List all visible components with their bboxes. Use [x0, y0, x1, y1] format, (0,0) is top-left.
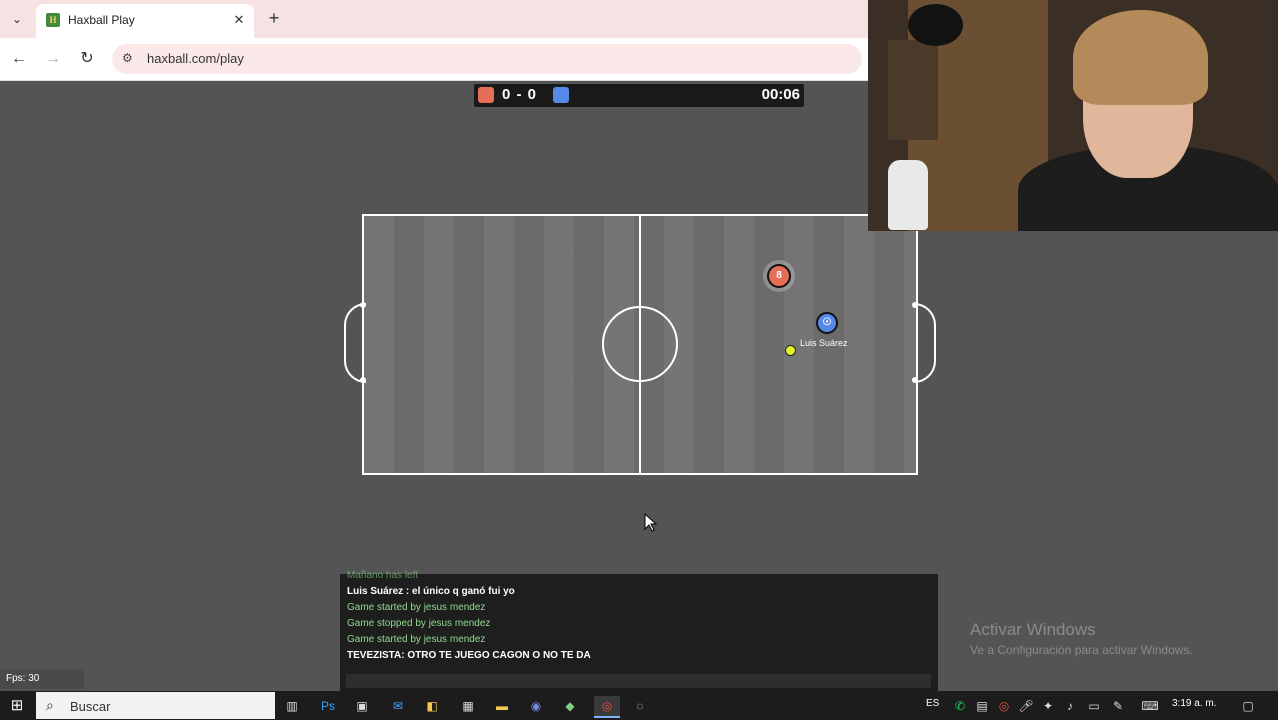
webcam-shelf [888, 40, 938, 140]
left-goal [344, 303, 366, 383]
app-icon[interactable]: ◧ [422, 696, 442, 716]
chat-message: Mañano has left [347, 570, 419, 581]
task-view-icon[interactable]: ▥ [282, 696, 302, 716]
keyboard-icon[interactable]: ⌨ [1140, 696, 1160, 716]
clock[interactable]: 3:19 a. m. [1172, 698, 1216, 709]
chat-input[interactable] [346, 674, 931, 688]
pen-icon[interactable]: ✎ [1108, 696, 1128, 716]
calculator-icon[interactable]: ▦ [458, 696, 478, 716]
chat-message: TEVEZISTA: OTRO TE JUEGO CAGON O NO TE D… [347, 650, 591, 661]
app-arrow-icon[interactable]: ◆ [560, 696, 580, 716]
site-settings-icon[interactable]: ⚙ [122, 51, 133, 65]
microphone [908, 4, 963, 46]
tray-app-icon[interactable]: ▤ [972, 696, 992, 716]
tab-search-dropdown-icon[interactable]: ⌄ [6, 8, 28, 30]
address-bar[interactable]: ⚙ haxball.com/play [112, 44, 862, 74]
back-arrow-icon[interactable]: ← [8, 48, 30, 70]
network-icon[interactable]: ▭ [1084, 696, 1104, 716]
windows-start-icon[interactable]: ⊞ [4, 694, 30, 718]
windows-taskbar: ⊞ ⌕ Buscar ▥ Ps ▣ ✉ ◧ ▦ ▬ ◉ ◆ ◎ ◌ ES ✆ ▤… [0, 691, 1278, 720]
red-player: 8 [767, 264, 791, 288]
chat-message: Game stopped by jesus mendez [347, 618, 491, 629]
whatsapp-icon[interactable]: ✆ [950, 696, 970, 716]
taskbar-search[interactable]: ⌕ Buscar [36, 692, 275, 719]
goal-post [360, 302, 366, 308]
new-tab-button[interactable]: + [264, 8, 284, 28]
score-text: 0 - 0 [502, 86, 538, 103]
webcam-overlay [868, 0, 1278, 231]
blue-player: ☉ [816, 312, 838, 334]
close-tab-icon[interactable]: ✕ [230, 11, 248, 29]
outlook-icon[interactable]: ✉ [388, 696, 408, 716]
player-name-label: Luis Suárez [800, 338, 848, 348]
tab-strip: ⌄ H Haxball Play ✕ + [0, 0, 868, 38]
center-circle [602, 306, 678, 382]
chat-panel: Mañano has left Luis Suárez : el único q … [340, 570, 938, 692]
red-team-icon [478, 87, 494, 103]
search-placeholder: Buscar [70, 699, 111, 714]
right-goal [914, 303, 936, 383]
blue-team-icon [553, 87, 569, 103]
goal-post [912, 302, 918, 308]
tab-title: Haxball Play [68, 13, 135, 27]
goal-post [360, 377, 366, 383]
microphone-icon[interactable]: 🎤︎ [1016, 696, 1036, 716]
fps-counter: Fps: 30 [0, 669, 84, 689]
chat-message: Game started by jesus mendez [347, 602, 486, 613]
goal-post [912, 377, 918, 383]
webcam-bottle [888, 160, 928, 230]
chrome-tray-icon[interactable]: ◎ [994, 696, 1014, 716]
chat-message: Game started by jesus mendez [347, 634, 486, 645]
file-explorer-icon[interactable]: ▬ [492, 696, 512, 716]
store-icon[interactable]: ▣ [352, 696, 372, 716]
activate-windows-title: Activar Windows [970, 620, 1096, 639]
tray-app2-icon[interactable]: ✦ [1038, 696, 1058, 716]
search-icon: ⌕ [46, 697, 54, 713]
scoreboard: 0 - 0 00:06 [474, 84, 804, 107]
game-timer: 00:06 [761, 86, 800, 103]
tab-haxball[interactable]: H Haxball Play ✕ [36, 4, 254, 38]
notifications-icon[interactable]: ▢ [1238, 696, 1258, 716]
browser-toolbar: ← → ↻ ⚙ haxball.com/play [0, 38, 868, 81]
chrome-icon[interactable]: ◎ [594, 696, 620, 718]
chat-message: Luis Suárez : el único q ganó fui yo [347, 586, 515, 597]
volume-icon[interactable]: ♪ [1060, 696, 1080, 716]
mouse-cursor-icon [644, 513, 658, 532]
activate-windows-subtitle: Ve a Configuración para activar Windows. [970, 643, 1193, 657]
ball [785, 345, 796, 356]
discord-icon[interactable]: ◉ [526, 696, 546, 716]
forward-arrow-icon[interactable]: → [42, 48, 64, 70]
haxball-favicon-icon: H [46, 13, 60, 27]
url-text: haxball.com/play [147, 51, 244, 66]
reload-icon[interactable]: ↻ [76, 48, 98, 70]
language-indicator[interactable]: ES [926, 698, 939, 709]
webcam-person-hair [1073, 10, 1208, 105]
photoshop-icon[interactable]: Ps [318, 696, 338, 716]
obs-icon[interactable]: ◌ [630, 696, 650, 716]
